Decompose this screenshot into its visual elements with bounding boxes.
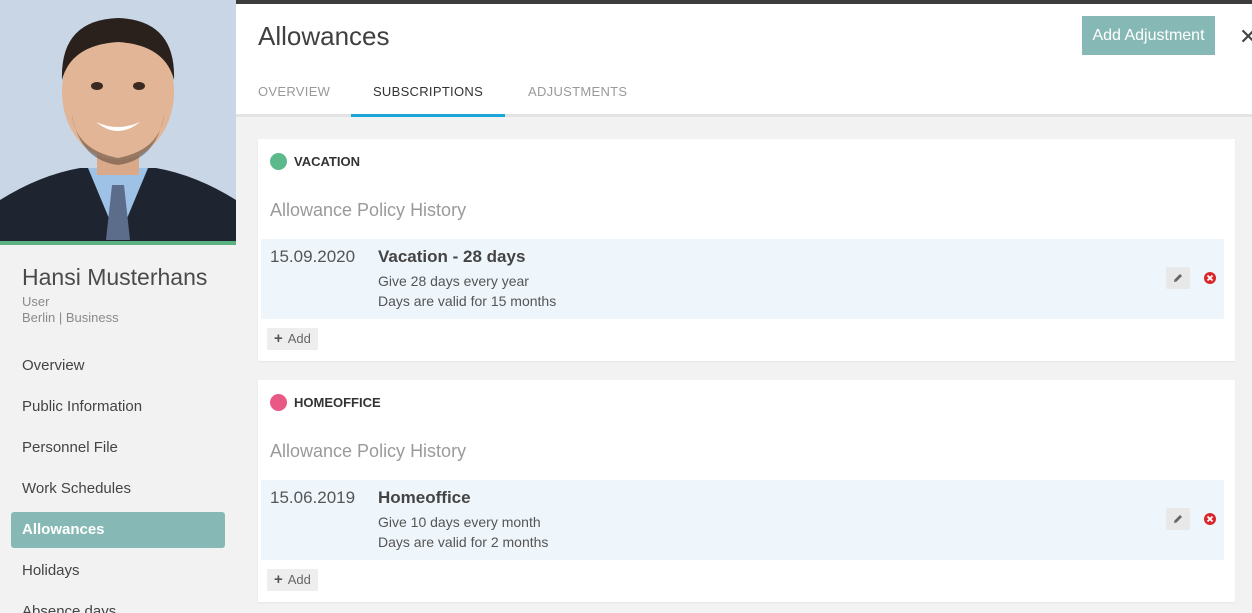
close-icon[interactable]: ✕	[1239, 24, 1252, 50]
card-header: HOMEOFFICE	[270, 394, 381, 411]
sidebar-item-personnel-file[interactable]: Personnel File	[11, 430, 225, 466]
sidebar-item-work-schedules[interactable]: Work Schedules	[11, 471, 225, 507]
history-title: Allowance Policy History	[270, 200, 467, 220]
policy-frequency: Give 10 days every month	[378, 514, 541, 530]
tab-subscriptions[interactable]: SUBSCRIPTIONS	[351, 67, 505, 117]
policy-date: 15.06.2019	[270, 488, 356, 507]
app: Hansi Musterhans User Berlin | Business …	[0, 0, 1252, 613]
sidebar-nav: Overview Public Information Personnel Fi…	[11, 348, 225, 613]
status-dot	[270, 153, 287, 170]
policy-title: Homeoffice	[378, 488, 471, 507]
edit-pencil-icon[interactable]	[1166, 508, 1190, 530]
delete-icon[interactable]	[1198, 267, 1222, 289]
profile-photo	[0, 0, 236, 245]
add-policy-button[interactable]: + Add	[267, 569, 318, 591]
edit-pencil-icon[interactable]	[1166, 267, 1190, 289]
sidebar-item-public-information[interactable]: Public Information	[11, 389, 225, 425]
sidebar-item-allowances[interactable]: Allowances	[11, 512, 225, 548]
tab-adjustments[interactable]: ADJUSTMENTS	[528, 67, 627, 117]
card-label: VACATION	[294, 154, 360, 169]
profile-accent-bar	[0, 241, 236, 245]
policy-frequency: Give 28 days every year	[378, 273, 529, 289]
delete-icon[interactable]	[1198, 508, 1222, 530]
sidebar: Hansi Musterhans User Berlin | Business …	[0, 0, 236, 613]
allowance-card-vacation: VACATION Allowance Policy History 15.09.…	[258, 139, 1235, 361]
tab-bar: OVERVIEW SUBSCRIPTIONS ADJUSTMENTS	[236, 67, 1252, 117]
add-label: Add	[287, 572, 311, 587]
card-header: VACATION	[270, 153, 360, 170]
panel-header: Allowances Add Adjustment ✕	[236, 4, 1252, 67]
allowance-card-homeoffice: HOMEOFFICE Allowance Policy History 15.0…	[258, 380, 1235, 602]
page-title: Allowances	[258, 21, 390, 51]
sidebar-item-overview[interactable]: Overview	[11, 348, 225, 384]
policy-validity: Days are valid for 2 months	[378, 534, 549, 550]
policy-row: 15.09.2020 Vacation - 28 days Give 28 da…	[261, 239, 1224, 319]
history-title: Allowance Policy History	[270, 441, 467, 461]
add-label: Add	[287, 331, 311, 346]
sidebar-item-holidays[interactable]: Holidays	[11, 553, 225, 589]
policy-validity: Days are valid for 15 months	[378, 293, 557, 309]
policy-date: 15.09.2020	[270, 247, 356, 266]
sidebar-item-absence-days[interactable]: Absence days	[11, 594, 225, 613]
policy-title: Vacation - 28 days	[378, 247, 526, 266]
tab-overview[interactable]: OVERVIEW	[258, 67, 330, 117]
user-location: Berlin | Business	[22, 310, 119, 325]
policy-row: 15.06.2019 Homeoffice Give 10 days every…	[261, 480, 1224, 560]
plus-icon: +	[274, 571, 283, 588]
main-panel: Allowances Add Adjustment ✕ OVERVIEW SUB…	[236, 0, 1252, 613]
status-dot	[270, 394, 287, 411]
add-adjustment-button[interactable]: Add Adjustment	[1082, 16, 1215, 55]
user-role: User	[22, 294, 50, 309]
add-policy-button[interactable]: + Add	[267, 328, 318, 350]
plus-icon: +	[274, 330, 283, 347]
card-label: HOMEOFFICE	[294, 395, 381, 410]
user-name: Hansi Musterhans	[22, 264, 208, 290]
